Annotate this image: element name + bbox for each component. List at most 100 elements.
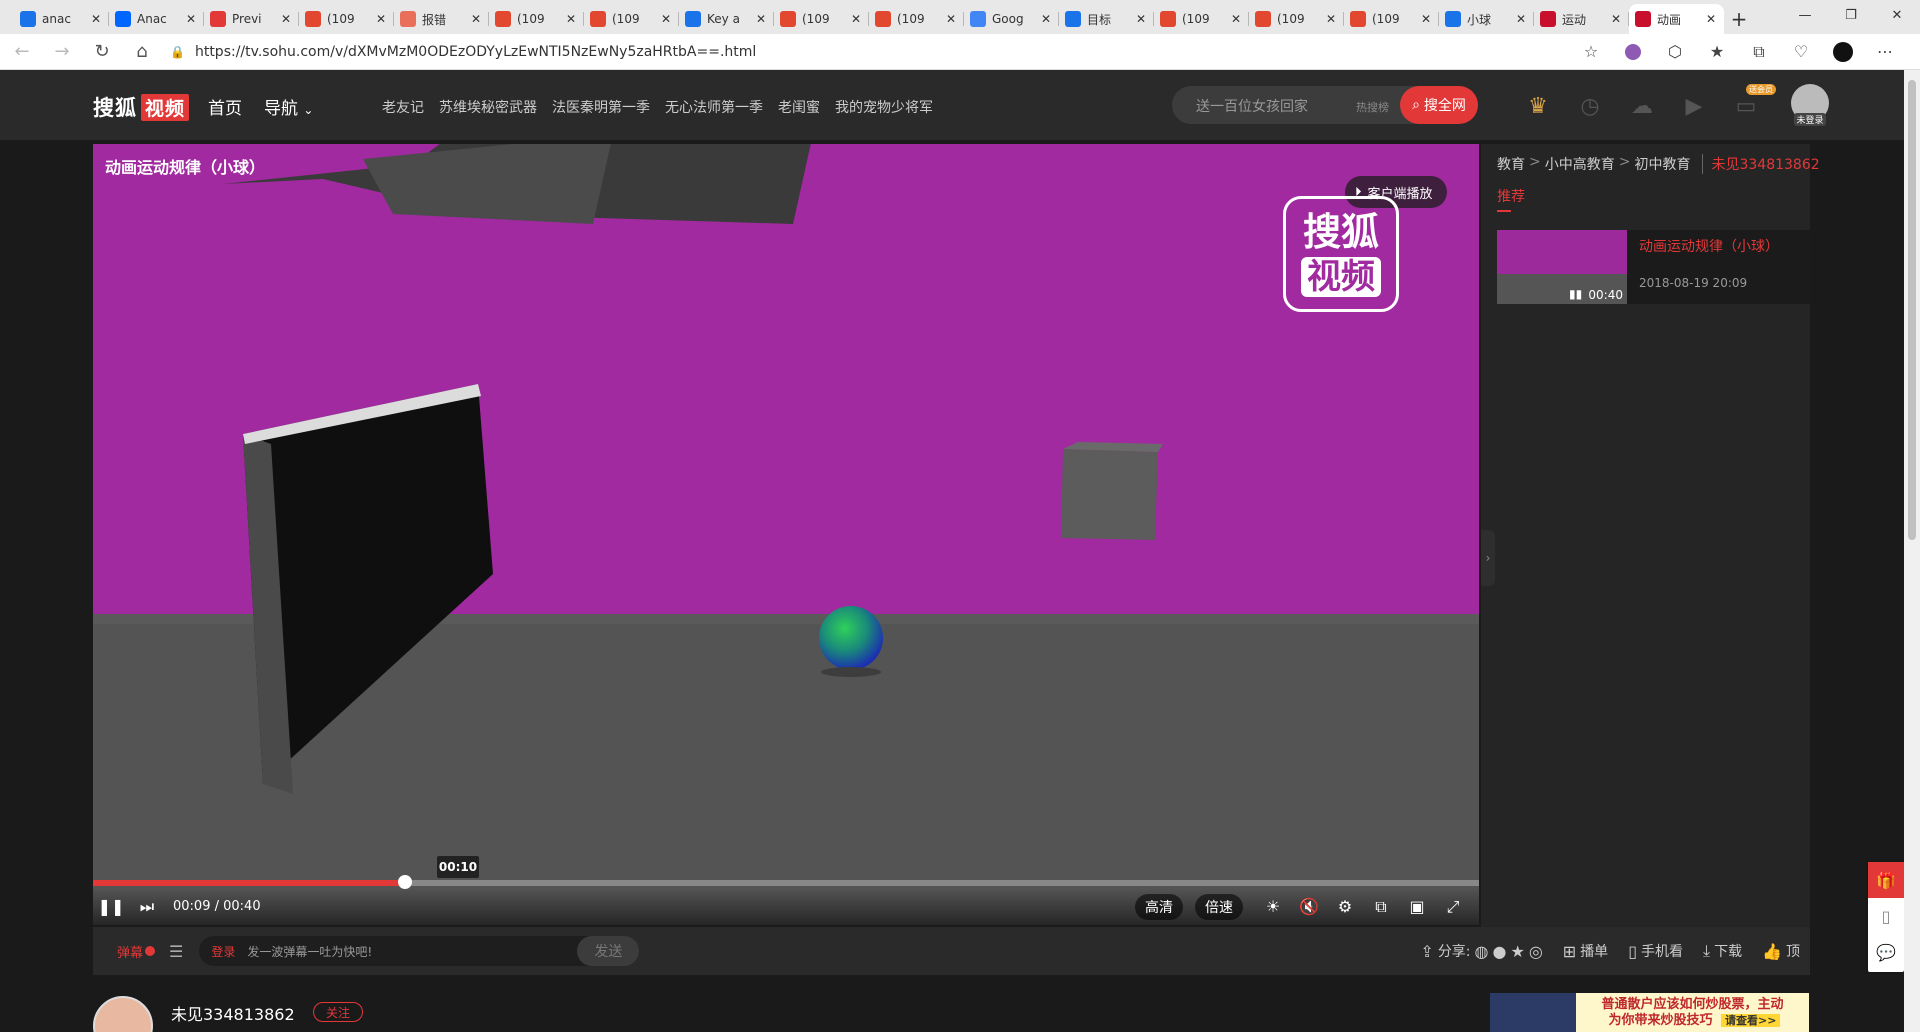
download-button[interactable]: ⤓ 下载 bbox=[1703, 941, 1742, 961]
tab-close-icon[interactable]: ✕ bbox=[1229, 12, 1243, 26]
restore-icon[interactable]: ❐ bbox=[1828, 0, 1874, 30]
danmaku-send-button[interactable]: 发送 bbox=[577, 936, 640, 966]
browser-tab[interactable]: (109 ✕ bbox=[299, 4, 394, 34]
qzone-icon[interactable]: ★ bbox=[1510, 942, 1524, 961]
video-player[interactable]: 动画运动规律（小球） ⏵ 客户端播放 搜狐 视频 00:10 ❚❚ ⏭ 00:0… bbox=[93, 144, 1479, 925]
tab-close-icon[interactable]: ✕ bbox=[374, 12, 388, 26]
settings-icon[interactable]: ⚙ bbox=[1327, 892, 1363, 922]
browser-tab[interactable]: 小球 ✕ bbox=[1439, 4, 1534, 34]
mobile-watch-button[interactable]: ▯ 手机看 bbox=[1628, 941, 1683, 961]
tab-close-icon[interactable]: ✕ bbox=[849, 12, 863, 26]
list-item[interactable]: ▮▮ 00:40 动画运动规律（小球） 2018-08-19 20:09 bbox=[1497, 230, 1810, 304]
refresh-icon[interactable]: ↻ bbox=[84, 37, 120, 67]
sidebar-collapse-handle[interactable]: › bbox=[1481, 530, 1495, 586]
tab-recommend[interactable]: 推荐 bbox=[1497, 186, 1525, 212]
hot-link[interactable]: 法医秦明第一季 bbox=[552, 97, 650, 117]
browser-tab[interactable]: 运动 ✕ bbox=[1534, 4, 1629, 34]
tab-close-icon[interactable]: ✕ bbox=[1704, 12, 1718, 26]
extension-avatar-icon[interactable] bbox=[1612, 37, 1654, 67]
tab-close-icon[interactable]: ✕ bbox=[754, 12, 768, 26]
wechat-icon[interactable]: ◍ bbox=[1475, 942, 1489, 961]
url-field[interactable]: 🔒 https://tv.sohu.com/v/dXMvMzM0ODEzODYy… bbox=[170, 38, 1560, 66]
tab-close-icon[interactable]: ✕ bbox=[1039, 12, 1053, 26]
nav-menu[interactable]: 导航 ⌄ bbox=[264, 94, 313, 119]
upload-icon[interactable]: ☁ bbox=[1626, 90, 1658, 122]
minimize-icon[interactable]: — bbox=[1782, 0, 1828, 30]
video-thumbnail[interactable]: ▮▮ 00:40 bbox=[1497, 230, 1627, 304]
ad-cta[interactable]: 请查看>> bbox=[1721, 1013, 1781, 1027]
breadcrumb-item[interactable]: 初中教育 bbox=[1634, 154, 1690, 174]
weibo-icon[interactable]: ◎ bbox=[1529, 942, 1543, 961]
pause-icon[interactable]: ❚❚ bbox=[93, 892, 129, 922]
lock-icon[interactable]: 🔒 bbox=[170, 45, 185, 59]
danmaku-input[interactable]: 登录 发一波弹幕一吐为快吧! 发送 bbox=[199, 936, 640, 966]
search-input[interactable]: 送一百位女孩回家 bbox=[1196, 96, 1308, 116]
uploader-avatar[interactable] bbox=[93, 996, 153, 1032]
nav-home[interactable]: 首页 bbox=[208, 94, 242, 119]
favorites-icon[interactable]: ★ bbox=[1696, 37, 1738, 67]
qq-icon[interactable]: ● bbox=[1493, 942, 1507, 961]
tab-close-icon[interactable]: ✕ bbox=[184, 12, 198, 26]
theater-mode-icon[interactable]: ▣ bbox=[1399, 892, 1435, 922]
breadcrumb-item[interactable]: 教育 bbox=[1497, 154, 1525, 174]
browser-tab[interactable]: 动画 ✕ bbox=[1629, 4, 1724, 34]
tab-close-icon[interactable]: ✕ bbox=[89, 12, 103, 26]
scrollbar-thumb[interactable] bbox=[1908, 80, 1916, 540]
ad-banner[interactable]: 普通散户应该如何炒股票，主动 为你带来炒股技巧 请查看>> bbox=[1490, 993, 1809, 1032]
next-icon[interactable]: ⏭ bbox=[129, 892, 165, 922]
tab-close-icon[interactable]: ✕ bbox=[659, 12, 673, 26]
my-videos-icon[interactable]: ▶ bbox=[1678, 90, 1710, 122]
tab-close-icon[interactable]: ✕ bbox=[1609, 12, 1623, 26]
tab-close-icon[interactable]: ✕ bbox=[1134, 12, 1148, 26]
vip-crown-icon[interactable]: ♛ bbox=[1522, 90, 1554, 122]
page-scrollbar[interactable] bbox=[1904, 70, 1920, 1032]
progress-bar[interactable] bbox=[93, 875, 1479, 889]
fullscreen-icon[interactable]: ⤢ bbox=[1435, 892, 1471, 922]
browser-tab[interactable]: (109 ✕ bbox=[774, 4, 869, 34]
tab-close-icon[interactable]: ✕ bbox=[1514, 12, 1528, 26]
search-button[interactable]: ⌕ 搜全网 bbox=[1400, 86, 1478, 124]
hot-link[interactable]: 老闺蜜 bbox=[778, 97, 820, 117]
history-icon[interactable]: ◷ bbox=[1574, 90, 1606, 122]
tab-close-icon[interactable]: ✕ bbox=[944, 12, 958, 26]
tab-close-icon[interactable]: ✕ bbox=[564, 12, 578, 26]
new-tab-button[interactable]: + bbox=[1724, 4, 1754, 34]
mobile-qr-icon[interactable]: ▯ bbox=[1868, 898, 1904, 934]
danmaku-settings-icon[interactable]: ☰ bbox=[169, 942, 183, 961]
browser-tab[interactable]: (109 ✕ bbox=[1344, 4, 1439, 34]
sohu-video-logo[interactable]: 搜狐 视频 bbox=[93, 92, 190, 122]
browser-essentials-icon[interactable]: ♡ bbox=[1780, 37, 1822, 67]
close-icon[interactable]: ✕ bbox=[1874, 0, 1920, 30]
quality-button[interactable]: 高清 bbox=[1135, 893, 1183, 920]
forward-icon[interactable]: → bbox=[44, 37, 80, 67]
pip-icon[interactable]: ⧉ bbox=[1363, 892, 1399, 922]
hot-link[interactable]: 无心法师第一季 bbox=[665, 97, 763, 117]
login-avatar[interactable]: 未登录 bbox=[1791, 84, 1829, 126]
browser-tab[interactable]: (109 ✕ bbox=[1154, 4, 1249, 34]
uploader-link[interactable]: 未见334813862 bbox=[1702, 154, 1820, 174]
danmaku-login-link[interactable]: 登录 bbox=[211, 943, 235, 960]
playlist-button[interactable]: ⊞ 播单 bbox=[1563, 941, 1608, 961]
tab-close-icon[interactable]: ✕ bbox=[1324, 12, 1338, 26]
browser-tab[interactable]: (109 ✕ bbox=[1249, 4, 1344, 34]
browser-tab[interactable]: Previ ✕ bbox=[204, 4, 299, 34]
extensions-icon[interactable]: ⬡ bbox=[1654, 37, 1696, 67]
hot-search-link[interactable]: 热搜榜 bbox=[1356, 99, 1389, 115]
tab-close-icon[interactable]: ✕ bbox=[279, 12, 293, 26]
browser-tab[interactable]: Key a ✕ bbox=[679, 4, 774, 34]
gift-icon[interactable]: 🎁 bbox=[1868, 862, 1904, 898]
like-button[interactable]: 👍 顶 bbox=[1762, 941, 1800, 961]
collections-icon[interactable]: ⧉ bbox=[1738, 37, 1780, 67]
danmaku-placeholder[interactable]: 发一波弹幕一吐为快吧! bbox=[247, 943, 577, 960]
feedback-icon[interactable]: 💬 bbox=[1868, 934, 1904, 970]
browser-tab[interactable]: Anac ✕ bbox=[109, 4, 204, 34]
browser-tab[interactable]: anac ✕ bbox=[14, 4, 109, 34]
hot-link[interactable]: 我的宠物少将军 bbox=[835, 97, 933, 117]
browser-tab[interactable]: 目标 ✕ bbox=[1059, 4, 1154, 34]
share-icon[interactable]: ⇪ bbox=[1420, 942, 1433, 961]
tab-close-icon[interactable]: ✕ bbox=[1419, 12, 1433, 26]
browser-tab[interactable]: (109 ✕ bbox=[584, 4, 679, 34]
browser-tab[interactable]: (109 ✕ bbox=[869, 4, 964, 34]
browser-tab[interactable]: Goog ✕ bbox=[964, 4, 1059, 34]
profile-icon[interactable] bbox=[1822, 37, 1864, 67]
